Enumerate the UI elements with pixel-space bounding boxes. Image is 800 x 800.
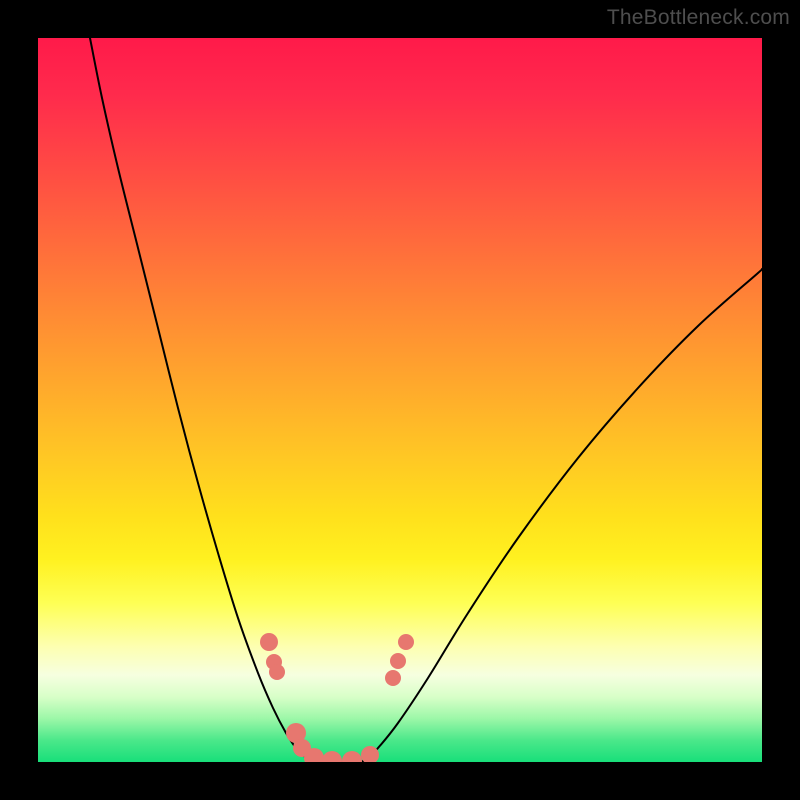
chart-frame: TheBottleneck.com (0, 0, 800, 800)
plot-area (38, 38, 762, 762)
bottleneck-curve-svg (38, 38, 762, 762)
data-marker (269, 664, 285, 680)
attribution-label: TheBottleneck.com (607, 6, 790, 30)
curve-group (90, 38, 762, 762)
data-marker (385, 670, 401, 686)
data-marker (260, 633, 278, 651)
marker-group (260, 633, 414, 762)
bottleneck-curve (90, 38, 762, 762)
data-marker (398, 634, 414, 650)
data-marker (322, 751, 342, 762)
data-marker (361, 746, 379, 762)
data-marker (342, 751, 362, 762)
data-marker (390, 653, 406, 669)
